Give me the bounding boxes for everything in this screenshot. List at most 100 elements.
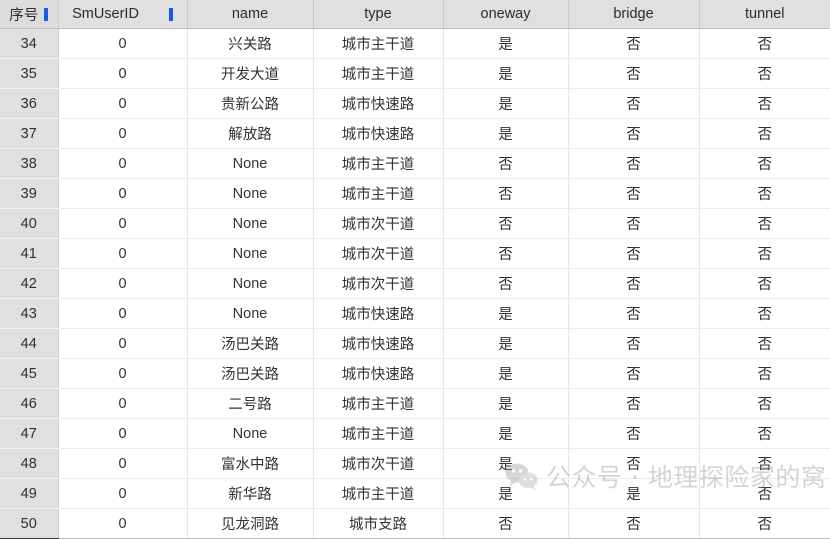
cell-tunnel[interactable]: 否 [699,508,830,539]
cell-smuserid[interactable]: 0 [58,178,188,209]
cell-oneway[interactable]: 是 [443,88,569,119]
row-index-cell[interactable]: 36 [0,88,59,119]
cell-oneway[interactable]: 否 [443,178,569,209]
cell-name[interactable]: None [187,238,314,269]
cell-tunnel[interactable]: 否 [699,358,830,389]
row-index-cell[interactable]: 43 [0,298,59,329]
table-row[interactable]: 48 0 富水中路 城市次干道是否否 [0,448,830,479]
table-row[interactable]: 40 0 None 城市次干道否否否 [0,208,830,239]
cell-smuserid[interactable]: 0 [58,508,188,539]
cell-smuserid[interactable]: 0 [58,118,188,149]
column-header-tunnel[interactable]: tunnel [699,0,830,29]
cell-bridge[interactable]: 否 [568,448,700,479]
cell-oneway[interactable]: 否 [443,208,569,239]
table-row[interactable]: 36 0 贵新公路 城市快速路是否否 [0,88,830,119]
cell-oneway[interactable]: 是 [443,388,569,419]
table-row[interactable]: 34 0 兴关路 城市主干道是否否 [0,28,830,59]
cell-smuserid[interactable]: 0 [58,28,188,59]
row-index-cell[interactable]: 41 [0,238,59,269]
cell-type[interactable]: 城市支路 [313,508,444,539]
column-header-type[interactable]: type [313,0,444,29]
cell-bridge[interactable]: 否 [568,268,700,299]
table-row[interactable]: 42 0 None 城市次干道否否否 [0,268,830,299]
cell-type[interactable]: 城市次干道 [313,238,444,269]
cell-tunnel[interactable]: 否 [699,388,830,419]
column-resize-marker-smuserid[interactable] [168,7,173,21]
cell-name[interactable]: 富水中路 [187,448,314,479]
cell-smuserid[interactable]: 0 [58,358,188,389]
cell-type[interactable]: 城市次干道 [313,448,444,479]
cell-oneway[interactable]: 否 [443,148,569,179]
cell-tunnel[interactable]: 否 [699,238,830,269]
cell-smuserid[interactable]: 0 [58,478,188,509]
cell-name[interactable]: 二号路 [187,388,314,419]
cell-name[interactable]: 开发大道 [187,58,314,89]
column-header-name[interactable]: name [187,0,314,29]
cell-smuserid[interactable]: 0 [58,328,188,359]
cell-oneway[interactable]: 否 [443,508,569,539]
cell-bridge[interactable]: 否 [568,148,700,179]
row-index-cell[interactable]: 35 [0,58,59,89]
cell-smuserid[interactable]: 0 [58,58,188,89]
cell-bridge[interactable]: 否 [568,298,700,329]
column-header-smuserid[interactable]: SmUserID [58,0,188,29]
row-index-cell[interactable]: 37 [0,118,59,149]
cell-oneway[interactable]: 是 [443,58,569,89]
cell-bridge[interactable]: 否 [568,88,700,119]
cell-smuserid[interactable]: 0 [58,88,188,119]
cell-bridge[interactable]: 否 [568,328,700,359]
table-row[interactable]: 44 0 汤巴关路 城市快速路是否否 [0,328,830,359]
cell-oneway[interactable]: 是 [443,328,569,359]
cell-type[interactable]: 城市次干道 [313,268,444,299]
cell-smuserid[interactable]: 0 [58,418,188,449]
column-resize-marker-idx[interactable] [44,7,49,21]
cell-smuserid[interactable]: 0 [58,148,188,179]
cell-tunnel[interactable]: 否 [699,298,830,329]
cell-tunnel[interactable]: 否 [699,448,830,479]
cell-type[interactable]: 城市快速路 [313,118,444,149]
cell-oneway[interactable]: 是 [443,28,569,59]
cell-oneway[interactable]: 是 [443,478,569,509]
table-row[interactable]: 43 0 None 城市快速路是否否 [0,298,830,329]
cell-oneway[interactable]: 是 [443,448,569,479]
cell-tunnel[interactable]: 否 [699,418,830,449]
cell-smuserid[interactable]: 0 [58,448,188,479]
cell-bridge[interactable]: 否 [568,388,700,419]
table-row[interactable]: 49 0 新华路 城市主干道是是否 [0,478,830,509]
cell-type[interactable]: 城市主干道 [313,478,444,509]
cell-name[interactable]: None [187,148,314,179]
row-index-cell[interactable]: 42 [0,268,59,299]
cell-bridge[interactable]: 否 [568,508,700,539]
cell-oneway[interactable]: 是 [443,358,569,389]
column-header-idx[interactable]: 序号 [0,0,59,29]
cell-type[interactable]: 城市快速路 [313,88,444,119]
cell-oneway[interactable]: 否 [443,238,569,269]
row-index-cell[interactable]: 40 [0,208,59,239]
cell-name[interactable]: 新华路 [187,478,314,509]
cell-smuserid[interactable]: 0 [58,208,188,239]
cell-bridge[interactable]: 否 [568,208,700,239]
row-index-cell[interactable]: 48 [0,448,59,479]
cell-name[interactable]: 汤巴关路 [187,358,314,389]
table-row[interactable]: 38 0 None 城市主干道否否否 [0,148,830,179]
cell-type[interactable]: 城市主干道 [313,178,444,209]
cell-type[interactable]: 城市快速路 [313,358,444,389]
column-header-bridge[interactable]: bridge [568,0,700,29]
cell-type[interactable]: 城市主干道 [313,58,444,89]
table-row[interactable]: 50 0 见龙洞路 城市支路否否否 [0,508,830,539]
table-row[interactable]: 47 0 None 城市主干道是否否 [0,418,830,449]
row-index-cell[interactable]: 46 [0,388,59,419]
cell-oneway[interactable]: 是 [443,118,569,149]
cell-tunnel[interactable]: 否 [699,208,830,239]
row-index-cell[interactable]: 38 [0,148,59,179]
cell-tunnel[interactable]: 否 [699,28,830,59]
cell-tunnel[interactable]: 否 [699,178,830,209]
cell-type[interactable]: 城市快速路 [313,298,444,329]
cell-tunnel[interactable]: 否 [699,118,830,149]
cell-name[interactable]: 解放路 [187,118,314,149]
cell-name[interactable]: 见龙洞路 [187,508,314,539]
cell-type[interactable]: 城市主干道 [313,388,444,419]
table-row[interactable]: 37 0 解放路 城市快速路是否否 [0,118,830,149]
cell-smuserid[interactable]: 0 [58,268,188,299]
table-row[interactable]: 45 0 汤巴关路 城市快速路是否否 [0,358,830,389]
